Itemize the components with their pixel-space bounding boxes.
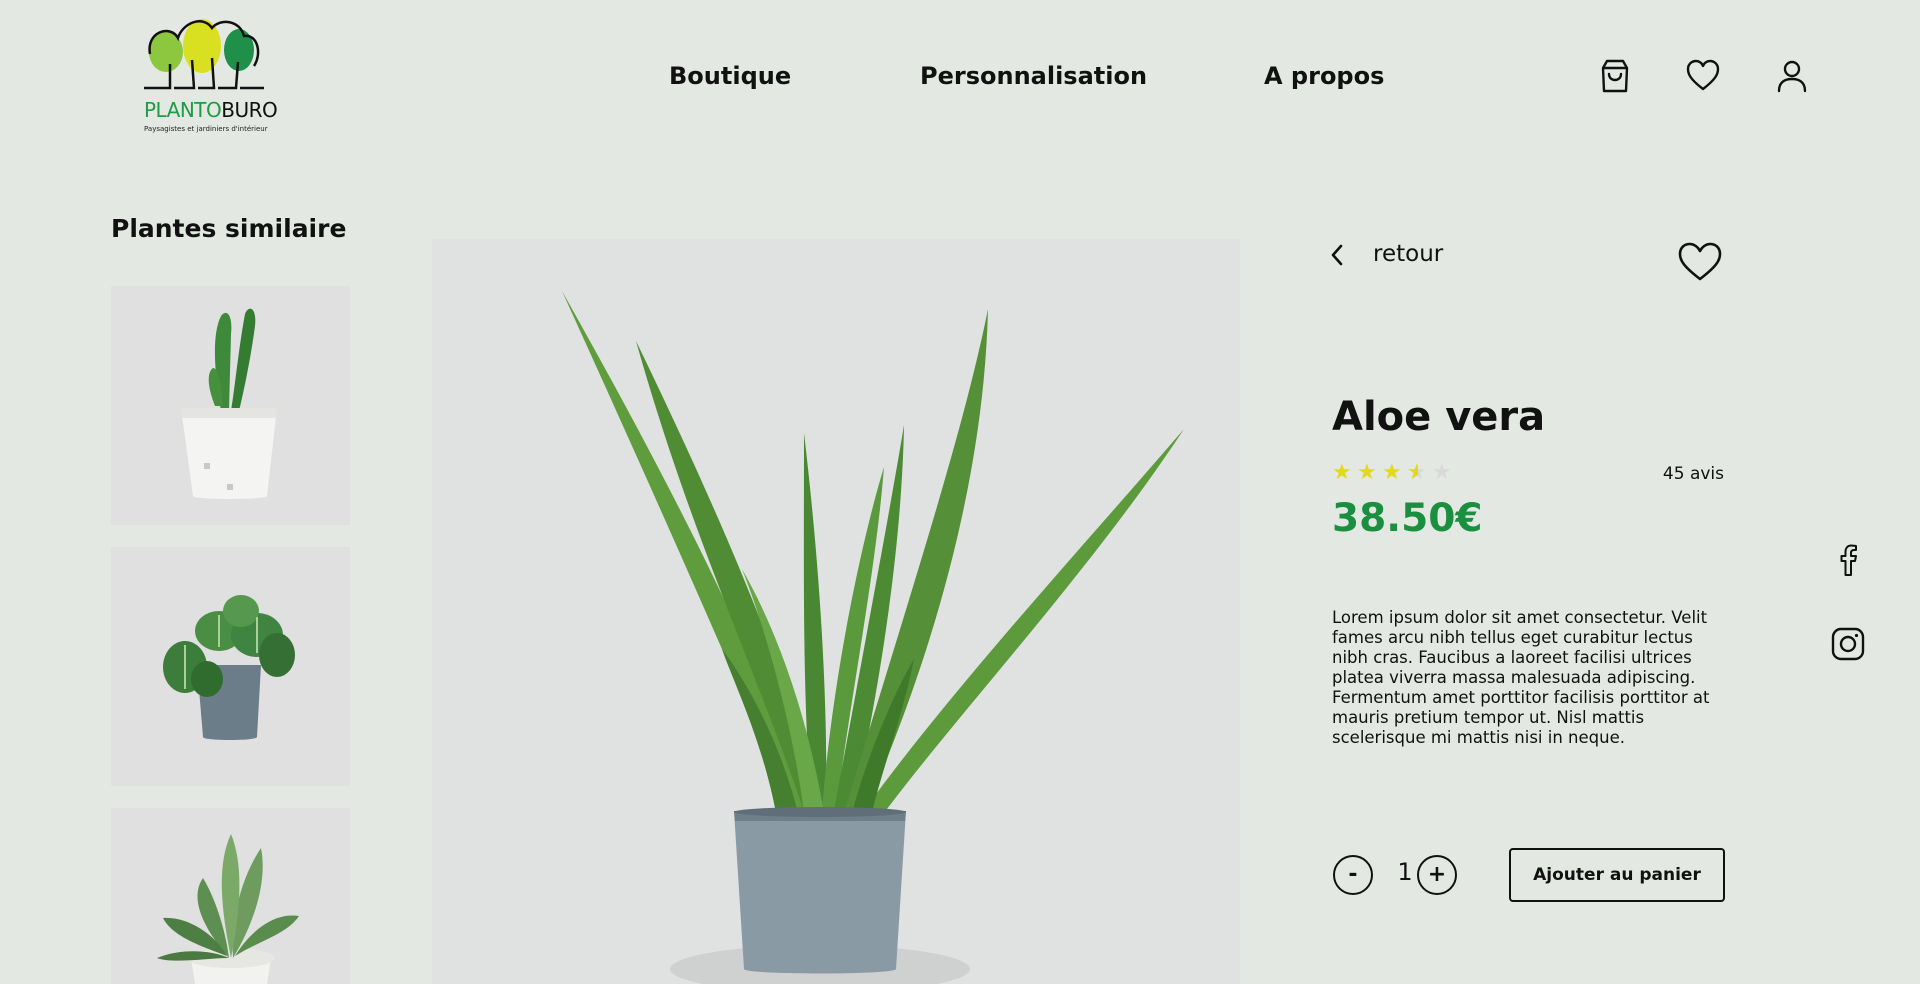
facebook-icon (1840, 544, 1857, 576)
quantity-value: 1 (1397, 858, 1413, 886)
nav-boutique[interactable]: Boutique (669, 62, 791, 90)
star-icon: ★ (1332, 460, 1352, 485)
brand-tagline: Paysagistes et jardiniers d'intérieur (144, 125, 268, 133)
cactus-image (181, 308, 277, 499)
product-price: 38.50€ (1332, 496, 1483, 541)
chevron-left-icon (1331, 244, 1343, 266)
main-nav: Boutique Personnalisation A propos (0, 62, 1920, 96)
peperomia-image (163, 595, 295, 740)
favorites-button[interactable] (1686, 58, 1720, 94)
product-name: Aloe vera (1332, 394, 1546, 440)
nav-personnalisation[interactable]: Personnalisation (920, 62, 1147, 90)
similar-plant-card[interactable] (111, 547, 350, 786)
reviews-count[interactable]: 45 avis (1620, 464, 1724, 484)
aloe-vera-image (562, 291, 1184, 984)
star-icon: ★ (1382, 460, 1402, 485)
star-half-fill-icon: ★ (1407, 461, 1418, 485)
succulent-image (157, 834, 299, 984)
star-empty-icon: ★ (1432, 460, 1452, 485)
shopping-bag-icon (1601, 59, 1629, 93)
user-icon (1777, 60, 1807, 93)
cart-button[interactable] (1598, 58, 1632, 94)
brand-name: PLANTOBURO (144, 98, 278, 122)
nav-a-propos[interactable]: A propos (1264, 62, 1384, 90)
add-to-favorites-button[interactable] (1677, 241, 1723, 283)
quantity-decrease-button[interactable]: - (1333, 855, 1373, 895)
instagram-icon (1831, 627, 1865, 661)
add-to-cart-button[interactable]: Ajouter au panier (1509, 848, 1725, 902)
account-button[interactable] (1775, 58, 1809, 94)
back-label: retour (1373, 241, 1444, 267)
similar-plant-card[interactable] (111, 286, 350, 525)
heart-icon (1678, 242, 1722, 281)
instagram-link[interactable] (1830, 626, 1866, 662)
similar-plants-title: Plantes similaire (111, 214, 347, 243)
similar-plant-card[interactable] (111, 808, 350, 984)
facebook-link[interactable] (1830, 542, 1866, 578)
heart-icon (1686, 59, 1720, 91)
star-icon: ★ (1357, 460, 1377, 485)
product-image (432, 239, 1240, 984)
product-description: Lorem ipsum dolor sit amet consectetur. … (1332, 608, 1710, 747)
quantity-increase-button[interactable]: + (1417, 855, 1457, 895)
